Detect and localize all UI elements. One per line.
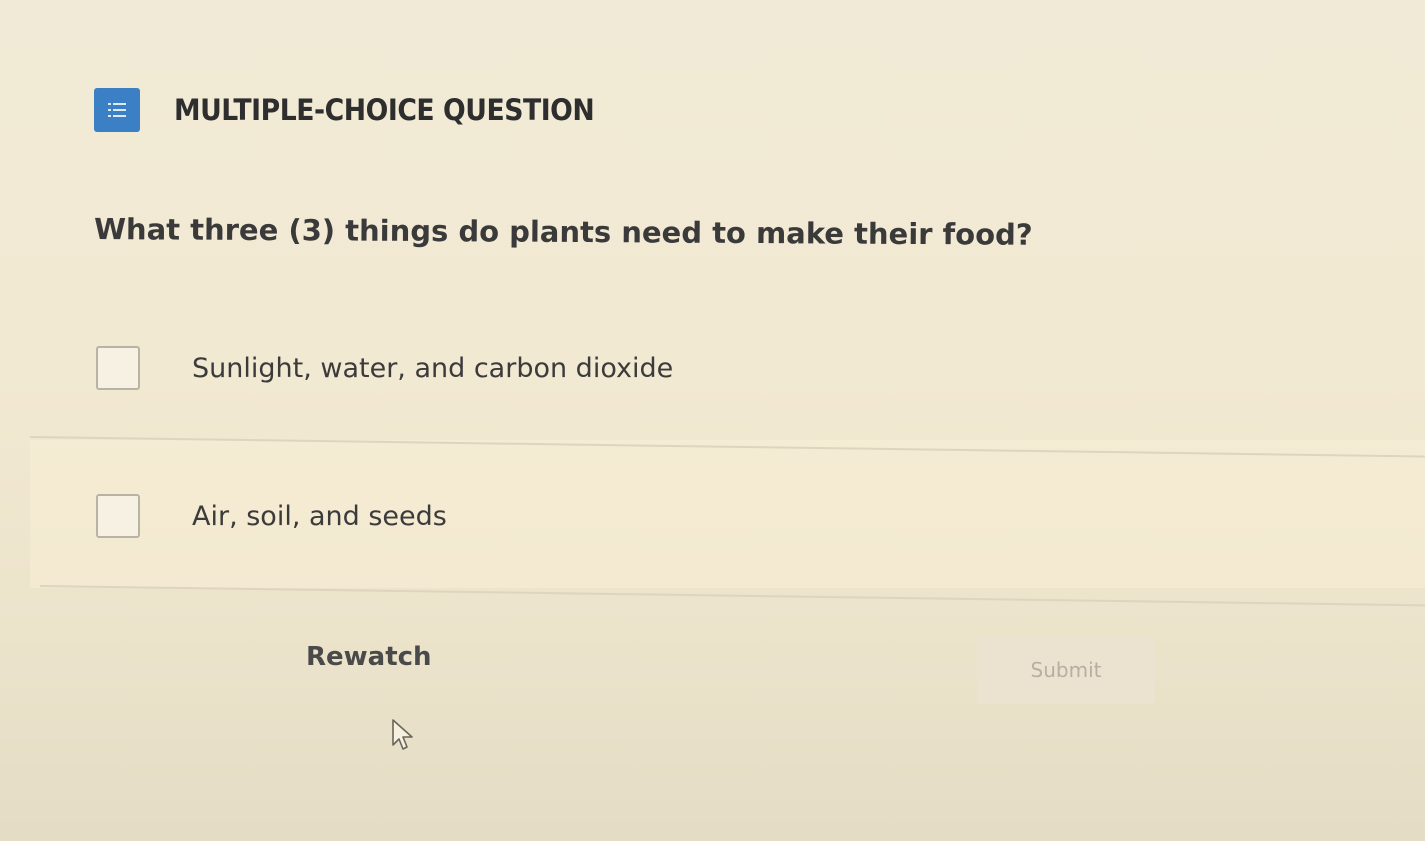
answer-option-label-2: Air, soil, and seeds [192, 500, 447, 532]
submit-button[interactable]: Submit [977, 636, 1155, 704]
mouse-pointer-icon [392, 719, 413, 750]
question-screen: MULTIPLE-CHOICE QUESTION What three (3) … [0, 0, 1425, 841]
option-divider [39, 585, 1425, 607]
answer-checkbox-1[interactable] [96, 346, 140, 390]
answer-option-2[interactable]: Air, soil, and seeds [0, 488, 1425, 544]
question-text: What three (3) things do plants need to … [93, 212, 1033, 252]
rewatch-button[interactable]: Rewatch [290, 632, 448, 682]
answer-option-label-1: Sunlight, water, and carbon dioxide [192, 352, 674, 384]
list-icon [94, 88, 140, 132]
answer-checkbox-2[interactable] [96, 494, 140, 538]
question-type-label: MULTIPLE-CHOICE QUESTION [174, 93, 595, 127]
answer-option-1[interactable]: Sunlight, water, and carbon dioxide [0, 340, 1425, 396]
question-header: MULTIPLE-CHOICE QUESTION [94, 88, 631, 132]
